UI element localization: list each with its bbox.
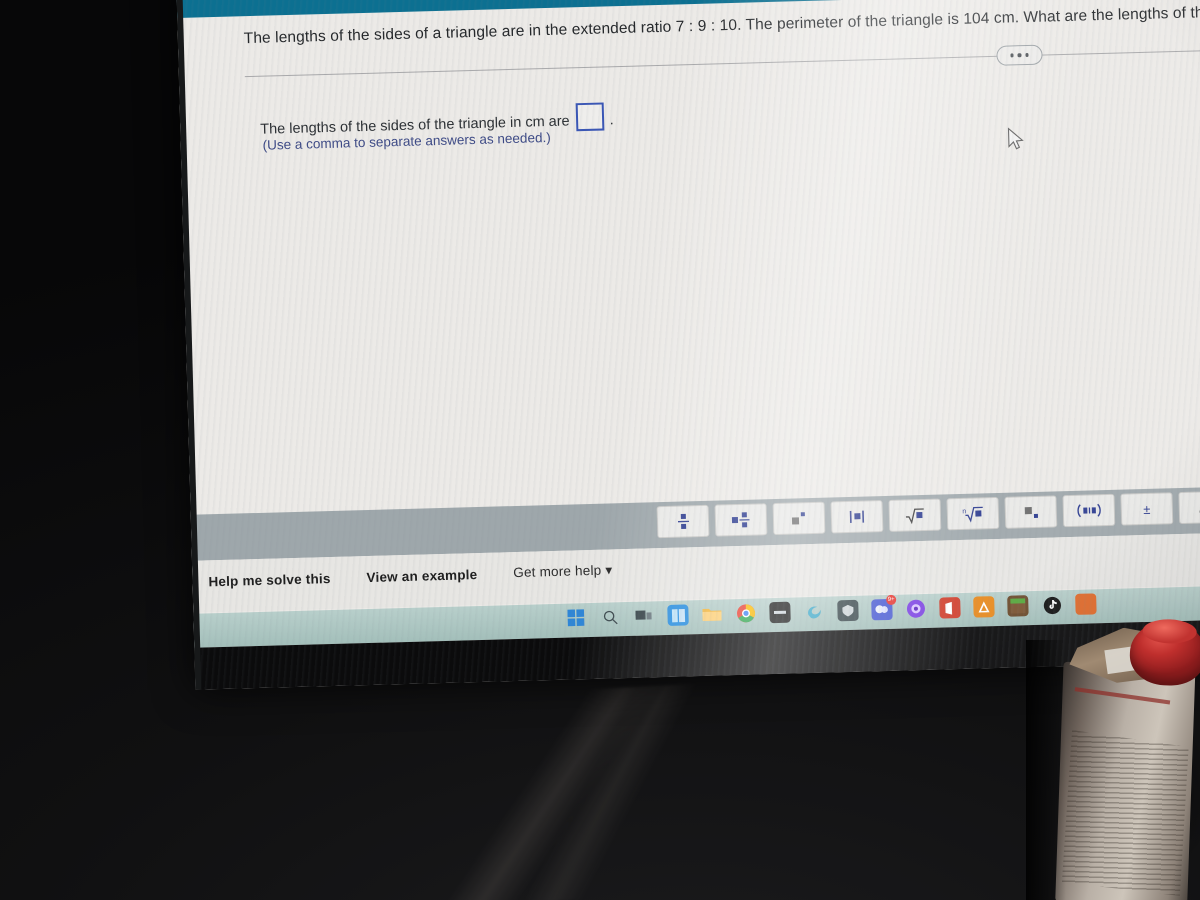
widgets-icon[interactable] (667, 604, 689, 626)
screen: The lengths of the sides of a triangle a… (176, 0, 1200, 690)
autodesk-icon[interactable] (973, 596, 995, 618)
task-view-icon[interactable] (633, 605, 655, 627)
more-options-button[interactable] (996, 44, 1043, 66)
content-divider (244, 48, 1200, 78)
square-root-button[interactable] (888, 498, 942, 532)
social-icon[interactable]: 9+ (871, 594, 897, 621)
extra-app-icon[interactable] (1075, 593, 1097, 615)
photo-of-monitor: The lengths of the sides of a triangle a… (0, 0, 1200, 900)
answer-period: . (609, 112, 614, 129)
foreground-shadow (1026, 640, 1066, 900)
beverage-carton (1047, 618, 1200, 900)
mouse-pointer-icon (1007, 127, 1024, 150)
more-button[interactable]: More (1178, 490, 1200, 525)
social-badge: 9+ (886, 594, 897, 606)
messaging-icon[interactable] (803, 601, 825, 623)
view-an-example-link[interactable]: View an example (366, 567, 477, 585)
carton-nutrition-text (1062, 730, 1190, 896)
game-icon[interactable] (837, 599, 859, 622)
subscript-button[interactable] (1004, 495, 1058, 529)
problem-content: The lengths of the sides of a triangle a… (177, 0, 1200, 690)
nth-root-button[interactable]: n (946, 496, 1000, 531)
dot-3 (1025, 53, 1029, 57)
get-more-help-dropdown[interactable]: Get more help ▾ (513, 562, 612, 581)
video-editor-icon[interactable] (769, 601, 791, 624)
file-explorer-icon[interactable] (701, 603, 723, 625)
dot-2 (1017, 53, 1022, 57)
minecraft-icon[interactable] (1007, 595, 1029, 617)
tiktok-icon[interactable] (1041, 594, 1063, 616)
chrome-icon[interactable] (735, 603, 757, 625)
mixed-number-button[interactable] (714, 503, 768, 537)
answer-input[interactable] (575, 102, 604, 132)
search-icon[interactable] (599, 606, 621, 628)
svg-text:n: n (962, 508, 966, 515)
exponent-button[interactable] (772, 501, 826, 536)
absolute-value-button[interactable] (830, 500, 884, 534)
plus-minus-button[interactable]: ± (1120, 492, 1174, 526)
desk-reflection (424, 682, 736, 900)
media-icon[interactable] (905, 598, 927, 620)
office-icon[interactable] (939, 597, 961, 619)
monitor: The lengths of the sides of a triangle a… (176, 0, 1200, 690)
help-me-solve-this-link[interactable]: Help me solve this (208, 571, 331, 589)
interval-button[interactable] (1062, 493, 1116, 528)
fraction-button[interactable] (656, 504, 710, 539)
dot-1 (1010, 53, 1014, 58)
start-button-icon[interactable] (565, 607, 587, 629)
